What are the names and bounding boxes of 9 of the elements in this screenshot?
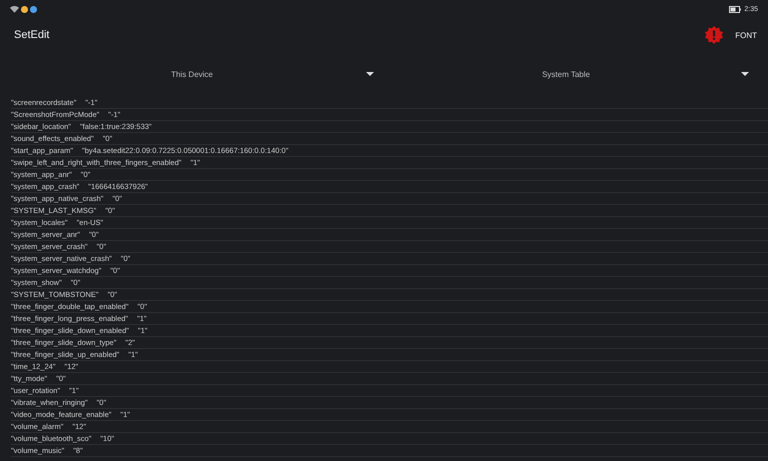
dropdown[interactable]: System Table — [384, 52, 768, 97]
battery-icon — [729, 6, 742, 12]
caret-icon — [741, 72, 749, 76]
wifi-icon — [10, 5, 19, 13]
caret-icon — [366, 72, 374, 76]
font-button[interactable]: FONT — [735, 28, 757, 42]
alert-icon[interactable] — [705, 26, 724, 44]
app-title: SetEdit — [14, 29, 50, 41]
dropdown[interactable]: This Device — [0, 52, 384, 97]
